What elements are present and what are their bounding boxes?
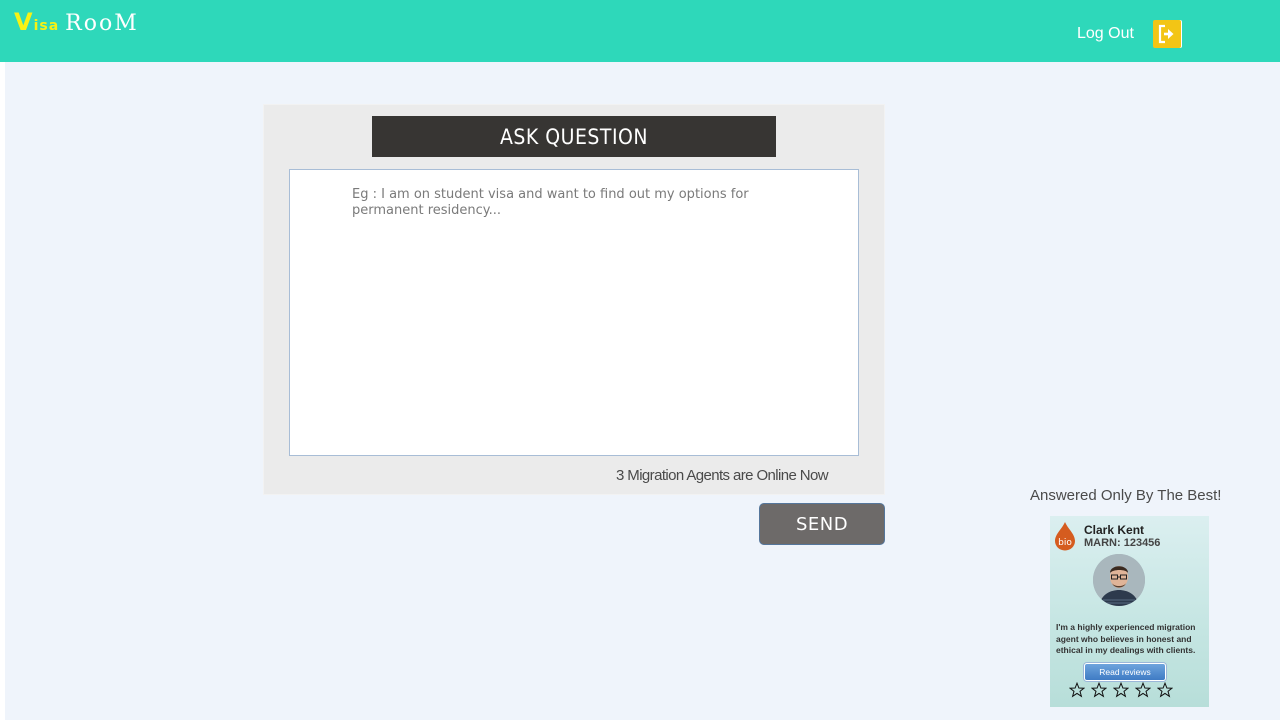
svg-text:bio: bio	[1058, 538, 1072, 548]
read-reviews-button[interactable]: Read reviews	[1084, 663, 1166, 681]
question-input-box[interactable]	[289, 169, 859, 456]
answered-by-best-label: Answered Only By The Best!	[1030, 487, 1222, 504]
star-icon[interactable]	[1113, 682, 1129, 698]
bio-drop-icon: bio	[1055, 522, 1075, 551]
ask-question-title: ASK QUESTION	[372, 116, 776, 157]
visaroom-logo[interactable]: Visa RooM	[14, 8, 139, 36]
star-icon[interactable]	[1135, 682, 1151, 698]
question-textarea[interactable]	[290, 170, 858, 455]
star-icon[interactable]	[1069, 682, 1085, 698]
star-icon[interactable]	[1091, 682, 1107, 698]
logout-link[interactable]: Log Out	[1077, 25, 1134, 43]
logo-isa: isa	[33, 18, 60, 34]
top-header: Visa RooM Log Out	[0, 0, 1280, 62]
agent-profile-card[interactable]: bio Clark Kent MARN: 123456 I'm a highly…	[1050, 516, 1209, 707]
agents-online-status: 3 Migration Agents are Online Now	[616, 467, 829, 484]
agent-name: Clark Kent	[1084, 523, 1145, 537]
logo-room: RooM	[65, 11, 139, 36]
rating-stars[interactable]	[1069, 682, 1173, 698]
agent-bio-text: I'm a highly experienced migration agent…	[1056, 622, 1196, 655]
logo-letter-v: V	[14, 8, 34, 36]
sign-out-icon[interactable]	[1153, 20, 1181, 48]
star-icon[interactable]	[1157, 682, 1173, 698]
agent-avatar	[1093, 554, 1145, 606]
send-button[interactable]: SEND	[759, 503, 885, 545]
agent-marn: MARN: 123456	[1084, 537, 1161, 549]
